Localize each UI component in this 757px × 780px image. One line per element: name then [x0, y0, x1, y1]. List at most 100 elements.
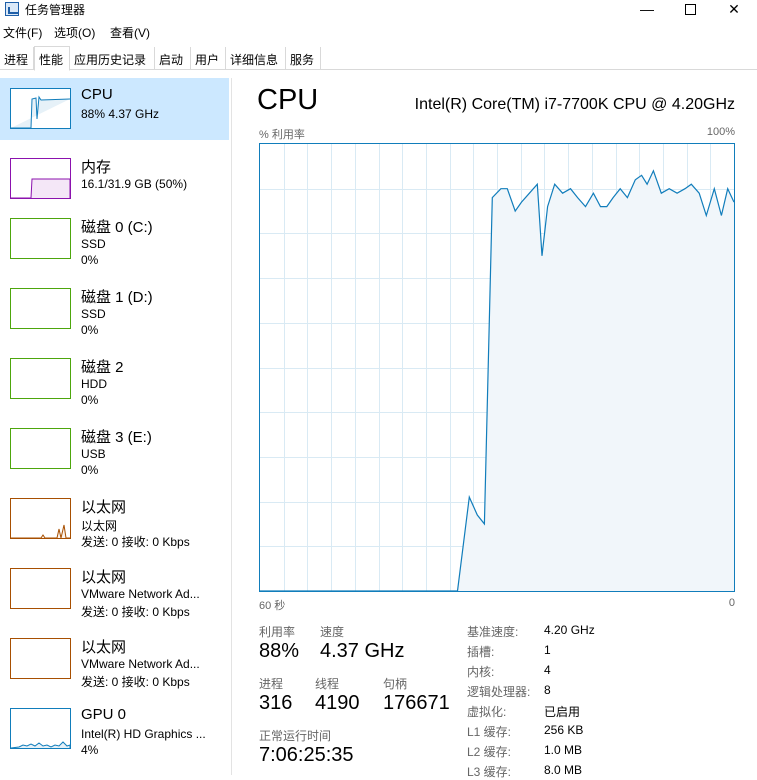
disk-thumbnail	[10, 218, 71, 259]
spec-label: L1 缓存:	[467, 725, 512, 739]
cpu-utilization-graph	[259, 143, 735, 592]
graph-y-label: % 利用率	[259, 129, 305, 141]
sidebar-item-ethernet-2[interactable]: 以太网 VMware Network Ad... 发送: 0 接收: 0 Kbp…	[0, 628, 229, 690]
disk-thumbnail	[10, 358, 71, 399]
spec-value: 1	[544, 643, 551, 657]
spec-label: 插槽:	[467, 645, 495, 659]
uptime-label: 正常运行时间	[259, 729, 332, 743]
sidebar-title: 内存	[81, 159, 112, 176]
spec-value: 已启用	[544, 705, 581, 719]
tab-performance[interactable]: 性能	[34, 46, 70, 71]
handles-label: 句柄	[383, 677, 408, 691]
tab-label: 启动	[159, 53, 184, 67]
spec-label: 内核:	[467, 665, 495, 679]
menu-file[interactable]: 文件(F)	[3, 24, 42, 41]
sidebar-item-disk-0[interactable]: 磁盘 0 (C:) SSD 0%	[0, 208, 229, 270]
ethernet-thumbnail	[10, 498, 71, 539]
tab-processes[interactable]: 进程	[0, 47, 34, 70]
menu-options[interactable]: 选项(O)	[54, 24, 95, 41]
sidebar-item-gpu-0[interactable]: GPU 0 Intel(R) HD Graphics ... 4%	[0, 698, 229, 760]
handles-value: 176671	[383, 692, 450, 714]
processes-value: 316	[259, 692, 293, 714]
sidebar-subtitle: Intel(R) HD Graphics ...	[81, 727, 206, 741]
tab-label: 用户	[195, 53, 220, 67]
spec-value: 256 KB	[544, 723, 584, 737]
sidebar-item-disk-3[interactable]: 磁盘 3 (E:) USB 0%	[0, 418, 229, 480]
title-bar: 任务管理器 — ✕	[0, 0, 757, 18]
sidebar-title: 以太网	[81, 499, 127, 516]
tab-label: 服务	[290, 53, 315, 67]
ethernet-thumbnail	[10, 638, 71, 679]
tab-label: 详细信息	[230, 53, 279, 67]
tab-services[interactable]: 服务	[286, 47, 321, 70]
sidebar-item-cpu[interactable]: CPU 88% 4.37 GHz	[0, 78, 229, 140]
tab-startup[interactable]: 启动	[155, 47, 191, 70]
spec-value: 8	[544, 683, 551, 697]
spec-value: 1.0 MB	[544, 743, 583, 757]
sidebar-value: 发送: 0 接收: 0 Kbps	[81, 605, 190, 619]
minimize-button[interactable]: —	[624, 0, 670, 18]
sidebar-value: 发送: 0 接收: 0 Kbps	[81, 675, 190, 689]
processes-label: 进程	[259, 677, 284, 691]
cpu-detail-panel: CPU Intel(R) Core(TM) i7-7700K CPU @ 4.2…	[232, 78, 757, 779]
menu-view[interactable]: 查看(V)	[110, 24, 150, 41]
disk-thumbnail	[10, 428, 71, 469]
graph-y-max: 100%	[706, 126, 735, 138]
spec-label: 基准速度:	[467, 625, 519, 639]
sidebar-value: 4%	[81, 743, 99, 757]
sidebar-subtitle: 16.1/31.9 GB (50%)	[81, 177, 188, 191]
sidebar-item-disk-2[interactable]: 磁盘 2 HDD 0%	[0, 348, 229, 410]
window-title: 任务管理器	[25, 3, 86, 17]
tab-details[interactable]: 详细信息	[226, 47, 286, 70]
uptime-value: 7:06:25:35	[259, 744, 354, 766]
spec-value: 4.20 GHz	[544, 623, 595, 637]
utilization-label: 利用率	[259, 625, 296, 639]
ethernet-thumb-line	[11, 524, 70, 538]
spec-label: L2 缓存:	[467, 745, 512, 759]
cpu-thumbnail	[10, 88, 71, 129]
tab-label: 性能	[39, 53, 64, 67]
cpu-utilization-chart	[260, 144, 735, 592]
tab-app-history[interactable]: 应用历史记录	[70, 47, 155, 70]
sidebar-subtitle: SSD	[81, 307, 106, 321]
cpu-model-name: Intel(R) Core(TM) i7-7700K CPU @ 4.20GHz	[414, 96, 735, 113]
speed-value: 4.37 GHz	[320, 640, 405, 662]
page-title: CPU	[257, 84, 319, 116]
sidebar-subtitle: 88% 4.37 GHz	[81, 107, 160, 121]
memory-thumbnail	[10, 158, 71, 199]
sidebar-item-memory[interactable]: 内存 16.1/31.9 GB (50%)	[0, 148, 229, 210]
minimize-icon: —	[640, 1, 654, 17]
sidebar-title: CPU	[81, 86, 113, 103]
sidebar-subtitle: 以太网	[81, 519, 118, 533]
maximize-button[interactable]	[667, 0, 713, 18]
sidebar-value: 0%	[81, 323, 99, 337]
tab-label: 应用历史记录	[74, 53, 147, 67]
sidebar-item-ethernet-0[interactable]: 以太网 以太网 发送: 0 接收: 0 Kbps	[0, 488, 229, 550]
gpu-thumb-line	[11, 741, 70, 748]
sidebar-value: 发送: 0 接收: 0 Kbps	[81, 535, 190, 549]
sidebar-item-disk-1[interactable]: 磁盘 1 (D:) SSD 0%	[0, 278, 229, 340]
tab-label: 进程	[4, 53, 29, 67]
sidebar-title: GPU 0	[81, 706, 127, 723]
utilization-value: 88%	[259, 640, 300, 662]
spec-label: 虚拟化:	[467, 705, 507, 719]
sidebar-value: 0%	[81, 253, 99, 267]
graph-time-left: 60 秒	[259, 600, 286, 612]
spec-label: 逻辑处理器:	[467, 685, 531, 699]
close-button[interactable]: ✕	[711, 0, 757, 18]
sidebar-subtitle: VMware Network Ad...	[81, 587, 200, 601]
sidebar-subtitle: SSD	[81, 237, 106, 251]
resource-sidebar: CPU 88% 4.37 GHz 内存 16.1/31.9 GB (50%) 磁…	[0, 78, 232, 775]
gpu-thumbnail	[10, 708, 71, 749]
sidebar-item-ethernet-1[interactable]: 以太网 VMware Network Ad... 发送: 0 接收: 0 Kbp…	[0, 558, 229, 620]
sidebar-title: 磁盘 3 (E:)	[81, 429, 152, 446]
tab-users[interactable]: 用户	[191, 47, 226, 70]
task-manager-icon	[5, 2, 19, 16]
sidebar-subtitle: VMware Network Ad...	[81, 657, 200, 671]
sidebar-subtitle: HDD	[81, 377, 107, 391]
sidebar-value: 0%	[81, 393, 99, 407]
maximize-icon	[684, 3, 696, 15]
ethernet-thumbnail	[10, 568, 71, 609]
disk-thumbnail	[10, 288, 71, 329]
sidebar-subtitle: USB	[81, 447, 106, 461]
